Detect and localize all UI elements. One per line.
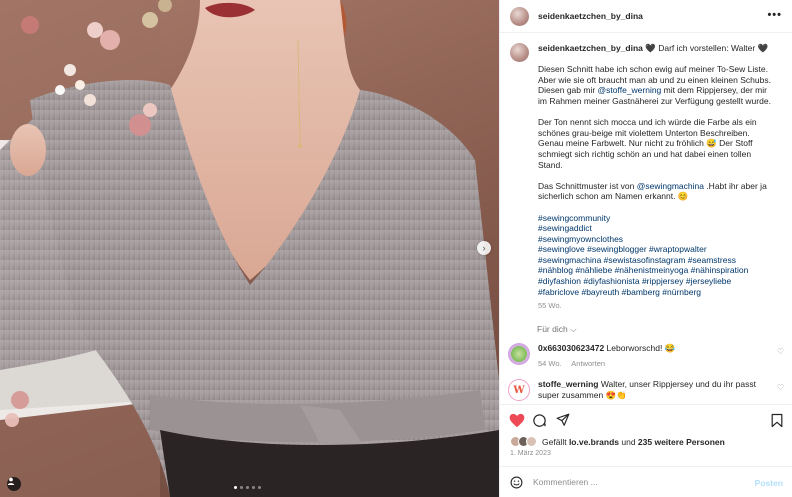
likes-user[interactable]: lo.ve.brands	[569, 437, 619, 447]
more-icon[interactable]: •••	[767, 9, 782, 21]
comments-scroll-area[interactable]: seidenkaetzchen_by_dina 🖤 Darf ich vorst…	[500, 34, 792, 404]
comment-text: super zusammen 😍👏	[538, 389, 627, 400]
comment-body: stoffe_werning Walter, unser Rippjersey …	[538, 379, 774, 400]
caption-line: Der Ton nennt sich mocca und ich würde d…	[538, 117, 757, 128]
user-tag-button[interactable]	[7, 477, 21, 491]
emoji-icon[interactable]	[510, 476, 523, 489]
heart-icon[interactable]: ♡	[777, 383, 784, 392]
comment-icon[interactable]	[532, 413, 547, 428]
avatar[interactable]	[510, 43, 529, 62]
post-photo[interactable]: ›	[0, 0, 499, 497]
caption-body: seidenkaetzchen_by_dina 🖤 Darf ich vorst…	[538, 43, 782, 312]
caption-text: Diesen gab mir	[538, 85, 598, 96]
caption-username[interactable]: seidenkaetzchen_by_dina	[538, 43, 643, 53]
caption-text: .Habt ihr aber ja	[703, 180, 767, 191]
caption-line: Stand.	[538, 159, 563, 170]
post-side-panel: seidenkaetzchen_by_dina ••• seidenkaetzc…	[499, 0, 792, 497]
caption-title: 🖤 Darf ich vorstellen: Walter 🖤	[645, 43, 769, 53]
carousel-dot	[246, 486, 249, 489]
avatar	[526, 436, 537, 447]
caption-line: schmiegt sich richtig schön an und hat d…	[538, 148, 752, 159]
caption-text: mit dem Rippjersey, der mir	[661, 85, 767, 96]
carousel-dot	[252, 486, 255, 489]
comment-time[interactable]: 54 Wo.	[538, 359, 562, 368]
avatar[interactable]: W	[508, 379, 530, 401]
heart-icon[interactable]: ♡	[777, 347, 784, 356]
mention-link[interactable]: @stoffe_werning	[598, 85, 662, 95]
caption-line: schönes grau-beige mit violettem Unterto…	[538, 127, 750, 138]
heart-icon[interactable]	[509, 413, 525, 428]
hashtag-link[interactable]: #diyfashion #diyfashionista #rippjersey …	[538, 276, 782, 287]
user-tag-icon	[7, 477, 15, 485]
action-bar	[500, 404, 792, 434]
caption-line: Aber wie sie oft braucht man ab und zu e…	[538, 74, 771, 85]
carousel-dot	[234, 486, 237, 489]
author-username[interactable]: seidenkaetzchen_by_dina	[538, 11, 643, 21]
hashtag-link[interactable]: #fabriclove #bayreuth #bamberg #nürnberg	[538, 287, 782, 298]
mention-link[interactable]: @sewingmachina	[637, 181, 704, 191]
likes-others[interactable]: 235 weitere Personen	[638, 437, 725, 447]
caption-line: Genau meine Farbwelt. Nur nicht zu fröhl…	[538, 138, 753, 149]
caption-time[interactable]: 55 Wo.	[538, 301, 782, 312]
next-image-button[interactable]: ›	[477, 241, 491, 255]
bookmark-icon[interactable]	[771, 413, 783, 428]
avatar[interactable]	[510, 6, 529, 26]
carousel-dot	[240, 486, 243, 489]
carousel-indicator	[234, 486, 261, 489]
for-you-toggle[interactable]: Für dich ⌵	[537, 324, 577, 335]
caption-line: im Rahmen meiner Gastnäherei zur Verfügu…	[538, 95, 771, 106]
comment-username[interactable]: 0x663030623472	[538, 343, 604, 353]
hashtag-link[interactable]: #sewingcommunity	[538, 213, 782, 224]
photo-illustration	[0, 0, 499, 497]
share-icon[interactable]	[556, 413, 570, 427]
reply-button[interactable]: Antworten	[571, 359, 605, 368]
comment-form: Posten	[500, 466, 792, 497]
caption-line: sicherlich schon am Namen erkannt. 😊	[538, 191, 689, 202]
chevron-right-icon: ›	[482, 243, 486, 253]
comment-body: 0x663030623472 Leborworschd! 😂 54 Wo. An…	[538, 343, 774, 369]
hashtag-link[interactable]: #nähblog #nähliebe #nähenistmeinyoga #nä…	[538, 265, 782, 276]
brand-logo-icon: W	[513, 384, 525, 396]
post-date[interactable]: 1. März 2023	[510, 450, 551, 457]
hashtag-link[interactable]: #sewingmachina #sewistasofinstagram #sea…	[538, 255, 782, 266]
post-button[interactable]: Posten	[755, 478, 783, 488]
hashtag-link[interactable]: #sewingmyownclothes	[538, 234, 782, 245]
comment-username[interactable]: stoffe_werning	[538, 379, 598, 389]
hashtag-link[interactable]: #sewingaddict	[538, 223, 782, 234]
likes-mid: und	[619, 436, 638, 447]
caption-line: Diesen Schnitt habe ich schon ewig auf m…	[538, 64, 768, 75]
hashtag-link[interactable]: #sewinglove #sewingblogger #wraptopwalte…	[538, 244, 782, 255]
carousel-dot	[258, 486, 261, 489]
likes-prefix: Gefällt	[542, 436, 569, 447]
post-header: seidenkaetzchen_by_dina •••	[500, 0, 792, 33]
caption-text: Das Schnittmuster ist von	[538, 180, 637, 191]
comment-text: Leborworschd! 😂	[604, 343, 676, 353]
comment-text: Walter, unser Rippjersey und du ihr pass…	[598, 379, 756, 389]
likes-summary[interactable]: Gefällt lo.ve.brands und 235 weitere Per…	[510, 436, 725, 447]
avatar[interactable]	[508, 343, 530, 365]
comment-input[interactable]	[533, 477, 753, 487]
